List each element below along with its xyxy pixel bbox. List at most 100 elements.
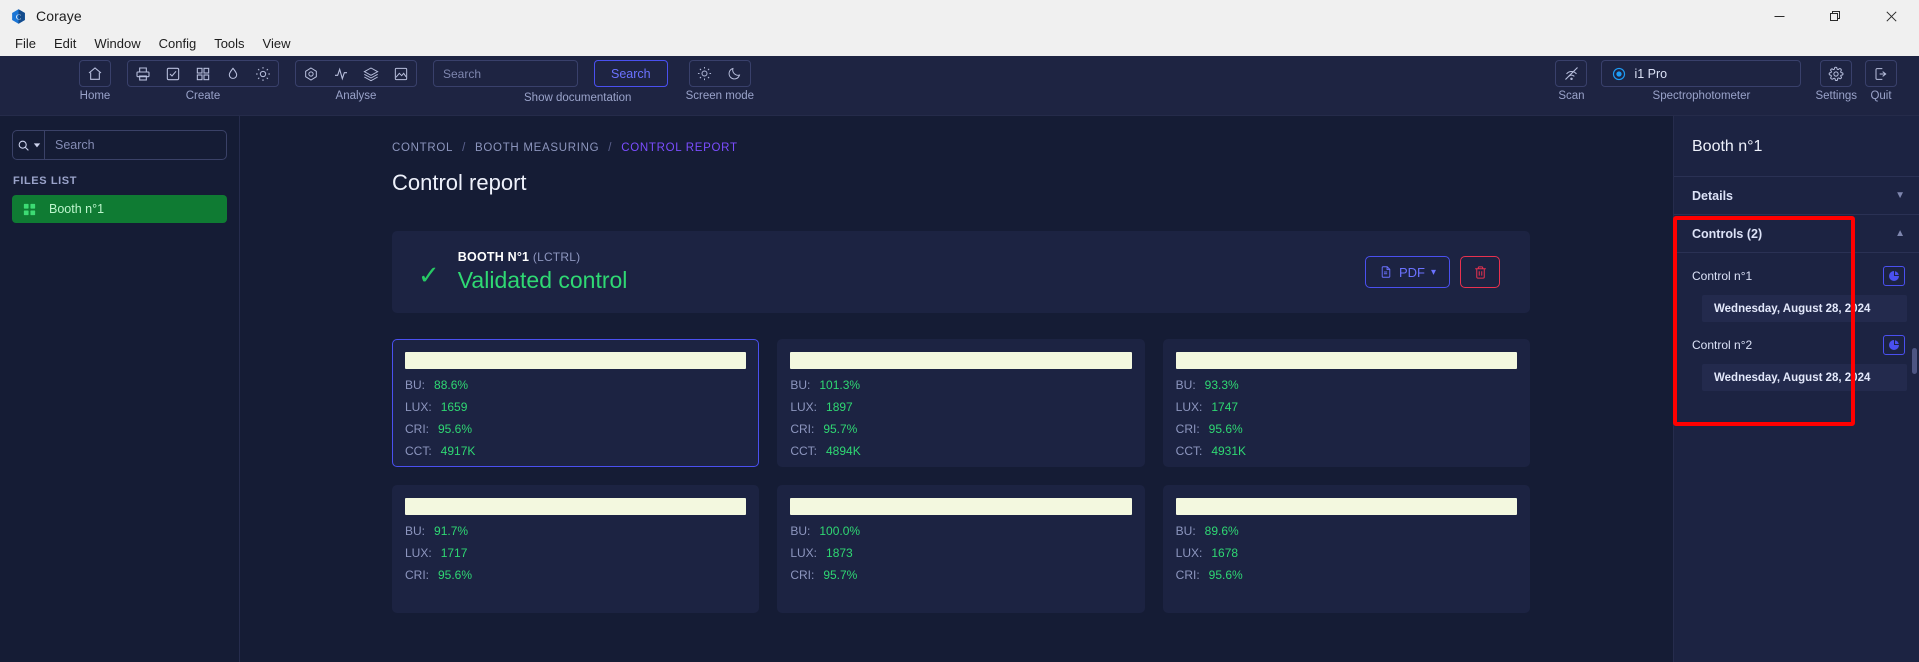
toolbar-label-screen-mode: Screen mode [685,90,755,102]
file-item-booth-1[interactable]: Booth n°1 [12,195,227,223]
image-button[interactable] [386,61,416,86]
menu-item-view[interactable]: View [254,33,300,55]
measurement-card[interactable]: BU: 89.6% LUX: 1678 CRI: 95.6% [1162,485,1530,613]
gem-icon [305,66,317,81]
booth-name-line: BOOTH N°1 (LCTRL) [458,250,628,264]
booth-code: (LCTRL) [532,250,581,264]
sidebar-search-input[interactable] [45,131,226,159]
brightness-button[interactable] [248,61,278,86]
report-summary-card: ✓ BOOTH N°1 (LCTRL) Validated control PD… [392,231,1530,313]
measurement-value: 4931K [1211,444,1247,458]
pdf-export-button[interactable]: PDF ▾ [1364,256,1450,288]
grid-icon [23,203,36,215]
radio-selected-icon [1613,67,1626,80]
files-list-header: FILES LIST [13,175,78,187]
quit-button[interactable] [1866,61,1896,86]
gear-icon [1828,66,1844,81]
menu-item-window[interactable]: Window [85,33,149,55]
color-swatch [405,498,747,515]
measurement-value: 95.6% [1208,422,1243,436]
measurement-value: 1659 [440,400,468,414]
spectrophotometer-select[interactable]: i1 Pro [1601,60,1802,87]
delete-report-button[interactable] [1460,256,1500,288]
grid-button[interactable] [188,61,218,86]
details-label: Details [1692,188,1733,203]
measurement-bu: BU: 89.6% [1176,525,1517,537]
color-swatch [790,352,1132,369]
toolbar-search-input[interactable] [433,60,578,87]
minimize-button[interactable] [1751,0,1807,32]
toolbar-label-scan: Scan [1558,90,1585,102]
measurement-value: 95.6% [438,422,473,436]
dark-mode-button[interactable] [720,61,750,86]
control-row-1[interactable]: Control n°1 [1674,261,1919,291]
details-section-header[interactable]: Details ▼ [1674,177,1919,215]
print-icon [136,66,150,81]
checkbox-task-icon [166,67,180,80]
app-title: Coraye [36,8,82,24]
device-name-label: i1 Pro [1634,66,1668,81]
measurement-value: 95.6% [438,568,473,582]
breadcrumb-item-control[interactable]: CONTROL [392,142,453,154]
droplet-button[interactable] [218,61,248,86]
menu-item-file[interactable]: File [6,33,45,55]
check-icon: ✓ [418,260,440,290]
measurement-cct: CCT: 4917K [405,445,746,457]
measurement-bu: BU: 100.0% [790,525,1131,537]
measurement-card[interactable]: BU: 101.3% LUX: 1897 CRI: 95.7% CCT: 489… [777,339,1145,467]
measurement-label: BU: [790,378,811,392]
right-panel: Booth n°1 Details ▼ Controls (2) ▲ Contr… [1673,116,1919,662]
control-chart-button[interactable] [1883,335,1905,355]
close-button[interactable] [1863,0,1919,32]
breadcrumb-item-booth-measuring[interactable]: BOOTH MEASURING [475,142,599,154]
toolbar-group-settings: Settings [1815,56,1857,102]
measurement-card[interactable]: BU: 88.6% LUX: 1659 CRI: 95.6% CCT: 4917… [392,339,760,467]
control-row-2[interactable]: Control n°2 [1674,330,1919,360]
menu-item-config[interactable]: Config [150,33,206,55]
toolbar-label-analyse: Analyse [335,90,377,102]
measurement-label: LUX: [1175,400,1203,414]
sidebar-search-filter-button[interactable] [13,131,45,159]
measurement-card[interactable]: BU: 93.3% LUX: 1747 CRI: 95.6% CCT: 4931… [1162,339,1530,467]
measurement-lux: LUX: 1873 [790,547,1131,559]
toolbar-search-button[interactable]: Search [594,60,668,87]
menu-item-edit[interactable]: Edit [45,33,85,55]
chevron-up-icon: ▲ [1895,228,1905,239]
control-chart-button[interactable] [1883,266,1905,286]
measurement-value: 93.3% [1204,378,1239,392]
measurement-lux: LUX: 1717 [405,547,746,559]
breadcrumb-item-control-report[interactable]: CONTROL REPORT [621,142,738,154]
light-mode-button[interactable] [690,61,720,86]
measurement-label: LUX: [790,400,818,414]
pulse-icon [335,67,347,80]
new-task-button[interactable] [158,61,188,86]
controls-section-header[interactable]: Controls (2) ▲ [1674,215,1919,253]
measurement-value: 1747 [1211,400,1239,414]
control-label: Control n°1 [1692,269,1753,283]
settings-button[interactable] [1821,61,1851,86]
layers-button[interactable] [356,61,386,86]
toolbar-label-documentation: Show documentation [524,92,632,104]
breadcrumb-separator: / [608,142,613,154]
measurement-card[interactable]: BU: 91.7% LUX: 1717 CRI: 95.6% [392,485,760,613]
control-label: Control n°2 [1692,338,1753,352]
toolbar: Home Create Analyse Search Search Show d… [0,56,1919,116]
home-button[interactable] [80,61,110,86]
menu-item-tools[interactable]: Tools [205,33,253,55]
measurement-value: 1678 [1211,546,1239,560]
image-icon [394,67,408,80]
scan-button[interactable] [1556,61,1586,86]
maximize-button[interactable] [1807,0,1863,32]
control-date-1: Wednesday, August 28, 2024 [1702,295,1907,322]
measurement-cri: CRI: 95.7% [790,423,1131,435]
pulse-button[interactable] [326,61,356,86]
measurement-label: LUX: [405,546,432,560]
measurement-bu: BU: 93.3% [1176,379,1517,391]
gem-button[interactable] [296,61,326,86]
print-button[interactable] [128,61,158,86]
right-panel-scrollbar[interactable] [1912,348,1917,374]
measurement-value: 88.6% [434,378,469,392]
measurement-label: CRI: [1175,568,1200,582]
droplet-icon [228,66,238,79]
measurement-card[interactable]: BU: 100.0% LUX: 1873 CRI: 95.7% [777,485,1145,613]
